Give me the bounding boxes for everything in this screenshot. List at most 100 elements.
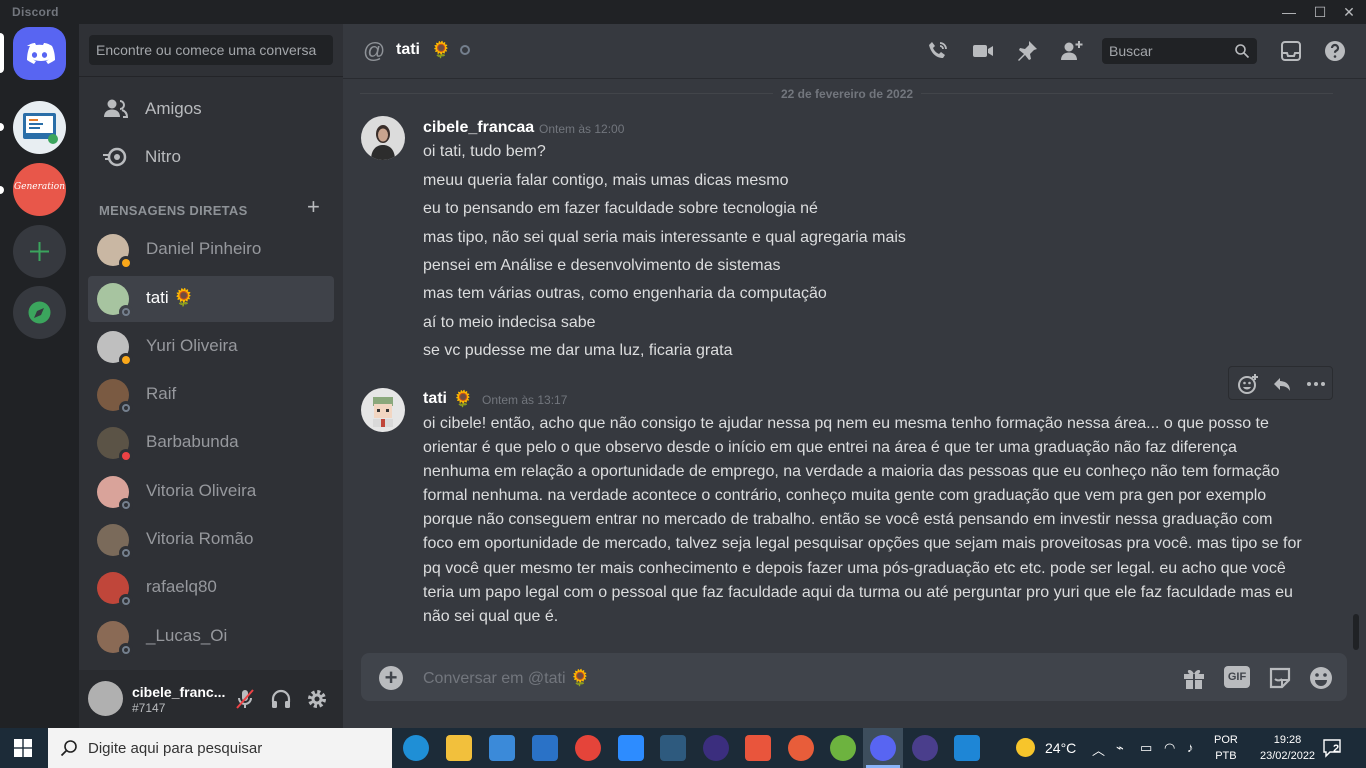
message-timestamp: Ontem às 12:00 <box>539 122 625 136</box>
taskbar-search-placeholder: Digite aqui para pesquisar <box>88 740 263 757</box>
nav-nitro-label: Nitro <box>145 147 181 166</box>
dm-item-label: Barbabunda <box>146 432 239 451</box>
dm-item-label: _Lucas_Oi <box>146 626 228 645</box>
vscode-icon[interactable] <box>954 735 980 761</box>
file-explorer-icon[interactable] <box>446 735 472 761</box>
discord-taskbar-button[interactable] <box>863 728 903 768</box>
message-author[interactable]: tati <box>423 390 447 408</box>
add-reaction-icon[interactable] <box>1237 373 1259 395</box>
more-options-icon[interactable] <box>1305 373 1327 395</box>
status-offline-icon <box>119 594 133 608</box>
video-call-icon[interactable] <box>971 39 995 63</box>
status-offline-icon <box>119 643 133 657</box>
server-generation[interactable]: Generation <box>13 163 66 216</box>
weather-temperature[interactable]: 24°C <box>1045 740 1076 756</box>
status-offline-icon <box>119 546 133 560</box>
dm-sidebar: Encontre ou comece uma conversa Amigos N… <box>79 24 343 728</box>
close-button[interactable]: ✕ <box>1332 0 1366 24</box>
mic-muted-icon[interactable] <box>233 687 257 711</box>
eclipse-icon[interactable] <box>703 735 729 761</box>
postman-icon[interactable] <box>788 735 814 761</box>
nav-friends-label: Amigos <box>145 99 202 118</box>
message-text: pensei em Análise e desenvolvimento de s… <box>423 257 781 274</box>
divider <box>79 76 343 77</box>
message-avatar[interactable] <box>361 116 405 160</box>
dm-item-raif[interactable]: Raif <box>88 372 334 418</box>
settings-gear-icon[interactable] <box>305 687 329 711</box>
voice-call-icon[interactable] <box>926 39 950 63</box>
dm-section-header: MENSAGENS DIRETAS <box>99 203 248 218</box>
obs-icon[interactable] <box>912 735 938 761</box>
emoji-picker-icon[interactable] <box>1308 665 1334 691</box>
dm-search-input[interactable]: Encontre ou comece uma conversa <box>89 35 333 65</box>
dm-item-vitoria-romao[interactable]: Vitoria Romão <box>88 517 334 563</box>
message-composer[interactable]: + Conversar em @tati 🌻 GIF <box>361 653 1347 701</box>
tray-chevron-up-icon[interactable]: ︿ <box>1092 740 1105 759</box>
channel-emoji: 🌻 <box>431 42 451 59</box>
notification-center-icon[interactable]: 2 <box>1322 738 1344 758</box>
help-icon[interactable] <box>1323 39 1347 63</box>
tray-wifi-icon[interactable]: ◠ <box>1164 740 1175 756</box>
store-icon[interactable] <box>489 735 515 761</box>
dm-item-barbabunda[interactable]: Barbabunda <box>88 420 334 466</box>
gif-button[interactable]: GIF <box>1224 666 1250 688</box>
mail-icon[interactable] <box>532 735 558 761</box>
dm-item-tati[interactable]: tati 🌻 <box>88 276 334 322</box>
dm-item-label: Daniel Pinheiro <box>146 239 262 258</box>
nav-nitro[interactable]: Nitro <box>89 136 333 178</box>
headphones-icon[interactable] <box>269 687 293 711</box>
taskbar-search-input[interactable]: Digite aqui para pesquisar <box>48 728 392 768</box>
chrome-icon[interactable] <box>575 735 601 761</box>
windows-start-icon[interactable] <box>14 739 32 757</box>
tray-volume-icon[interactable]: ♪ <box>1187 740 1194 755</box>
dm-item-yuri-oliveira[interactable]: Yuri Oliveira <box>88 324 334 370</box>
zoom-icon[interactable] <box>618 735 644 761</box>
home-button[interactable] <box>13 27 66 80</box>
nav-friends[interactable]: Amigos <box>89 88 333 130</box>
status-offline-icon <box>119 305 133 319</box>
input-language[interactable]: POR PTB <box>1214 732 1238 764</box>
sticker-icon[interactable] <box>1267 665 1293 691</box>
dm-item-daniel-pinheiro[interactable]: Daniel Pinheiro <box>88 227 334 273</box>
nitro-icon <box>103 147 127 167</box>
message-text: se vc pudesse me dar uma luz, ficaria gr… <box>423 342 733 359</box>
dm-item-lucas-oi[interactable]: _Lucas_Oi <box>88 614 334 660</box>
plus-icon <box>30 242 49 261</box>
dm-item-vitoria-oliveira[interactable]: Vitoria Oliveira <box>88 469 334 515</box>
composer-input[interactable]: Conversar em @tati 🌻 <box>423 668 590 688</box>
selected-indicator <box>0 33 4 73</box>
upload-plus-icon[interactable]: + <box>379 666 403 690</box>
author-emoji: 🌻 <box>453 391 473 408</box>
channel-search-placeholder: Buscar <box>1109 43 1153 59</box>
scrollbar-thumb[interactable] <box>1353 614 1359 650</box>
pin-icon[interactable] <box>1015 39 1039 63</box>
user-avatar[interactable] <box>88 681 123 716</box>
server-java[interactable] <box>13 101 66 154</box>
spring-tool-icon[interactable] <box>830 735 856 761</box>
message-author[interactable]: cibele_francaa <box>423 119 534 137</box>
minimize-button[interactable]: — <box>1272 0 1306 24</box>
dm-item-rafaelq80[interactable]: rafaelq80 <box>88 565 334 611</box>
message-text: oi cibele! então, acho que não consigo t… <box>423 415 1302 625</box>
reply-icon[interactable] <box>1271 373 1293 395</box>
create-dm-button[interactable]: + <box>307 196 323 218</box>
add-server-button[interactable] <box>13 225 66 278</box>
dm-item-label: rafaelq80 <box>146 577 217 596</box>
add-friend-icon[interactable] <box>1059 39 1083 63</box>
message-avatar[interactable] <box>361 388 405 432</box>
gift-icon[interactable] <box>1181 665 1207 691</box>
date-divider-label: 22 de fevereiro de 2022 <box>773 87 922 101</box>
channel-search-input[interactable]: Buscar <box>1102 38 1257 64</box>
dm-item-label: tati 🌻 <box>146 288 195 307</box>
tray-network-icon[interactable]: ⌁ <box>1116 740 1124 756</box>
status-dnd-icon <box>119 449 133 463</box>
tray-battery-icon[interactable]: ▭ <box>1140 740 1152 756</box>
edge-icon[interactable] <box>403 735 429 761</box>
dm-item-label: Yuri Oliveira <box>146 336 238 355</box>
git-icon[interactable] <box>745 735 771 761</box>
mysql-workbench-icon[interactable] <box>660 735 686 761</box>
clock[interactable]: 19:28 23/02/2022 <box>1260 732 1315 764</box>
inbox-icon[interactable] <box>1279 39 1303 63</box>
explore-servers-button[interactable] <box>13 286 66 339</box>
weather-sun-icon[interactable] <box>1016 738 1035 757</box>
